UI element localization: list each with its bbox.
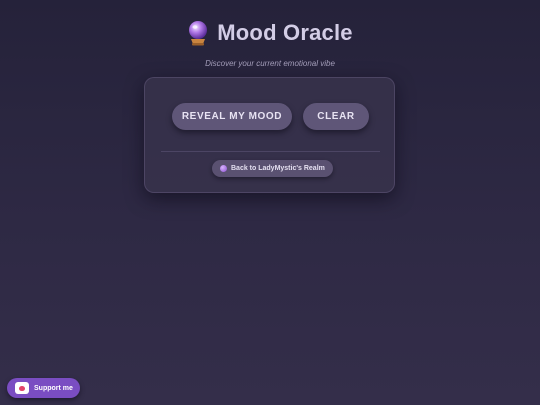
header: Mood Oracle Discover your current emotio… (0, 20, 540, 68)
back-link-label: Back to LadyMystic's Realm (231, 165, 325, 172)
gem-icon (220, 165, 227, 172)
reveal-mood-button[interactable]: REVEAL MY MOOD (172, 103, 292, 130)
back-to-realm-link[interactable]: Back to LadyMystic's Realm (212, 160, 333, 177)
support-label: Support me (34, 384, 73, 392)
page-subtitle: Discover your current emotional vibe (205, 59, 335, 68)
cup-icon (15, 382, 29, 394)
crystal-ball-icon (187, 20, 209, 46)
clear-button[interactable]: CLEAR (303, 103, 369, 130)
divider (161, 151, 380, 152)
support-me-button[interactable]: Support me (7, 378, 80, 398)
title-row: Mood Oracle (187, 20, 353, 46)
page-title: Mood Oracle (217, 20, 353, 45)
mood-card: REVEAL MY MOOD CLEAR Back to LadyMystic'… (144, 77, 395, 193)
